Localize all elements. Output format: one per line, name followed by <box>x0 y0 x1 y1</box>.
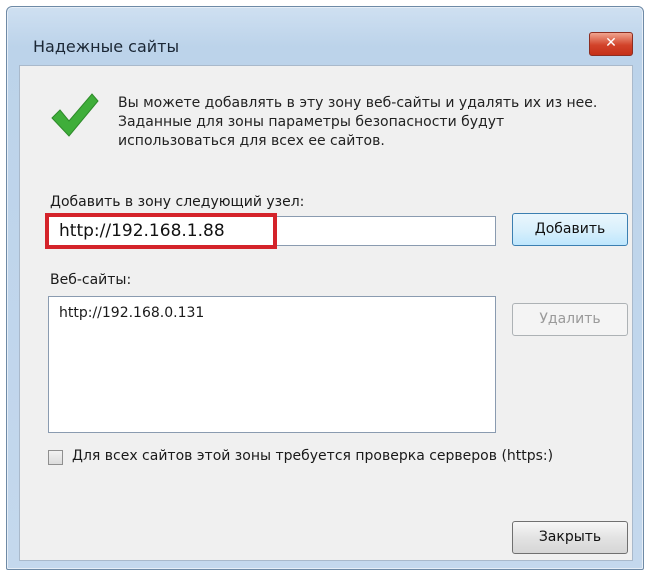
https-checkbox[interactable] <box>48 450 63 465</box>
websites-label: Веб-сайты: <box>50 272 132 288</box>
close-window-button[interactable]: ✕ <box>589 32 633 56</box>
close-button[interactable]: Закрыть <box>512 521 628 554</box>
dialog-body: Вы можете добавлять в эту зону веб-сайты… <box>19 65 633 561</box>
websites-list[interactable]: http://192.168.0.131 <box>48 296 496 433</box>
add-button[interactable]: Добавить <box>512 213 628 246</box>
remove-button[interactable]: Удалить <box>512 303 628 336</box>
add-site-label: Добавить в зону следующий узел: <box>50 194 305 210</box>
list-item[interactable]: http://192.168.0.131 <box>59 305 204 321</box>
close-icon: ✕ <box>605 35 617 51</box>
site-address-input[interactable]: http://192.168.1.88 <box>45 213 496 249</box>
highlight-box <box>45 213 277 249</box>
title-bar[interactable]: Надежные сайты ✕ <box>7 7 643 67</box>
check-icon <box>51 93 99 137</box>
https-check-label[interactable]: Для всех сайтов этой зоны требуется пров… <box>72 448 553 464</box>
trusted-sites-dialog: Надежные сайты ✕ Вы можете добавлять в э… <box>6 6 644 570</box>
intro-text: Вы можете добавлять в эту зону веб-сайты… <box>118 95 598 149</box>
dialog-title: Надежные сайты <box>33 37 180 56</box>
